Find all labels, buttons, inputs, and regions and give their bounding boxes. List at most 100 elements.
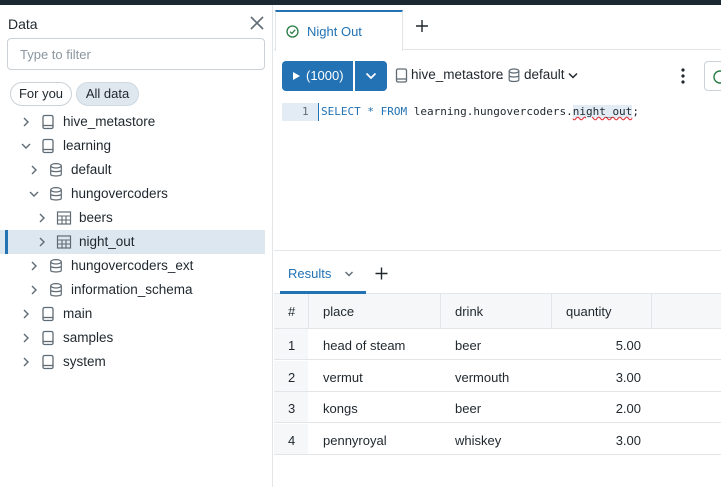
line-indicator — [318, 103, 319, 121]
tree-item-main[interactable]: main — [0, 302, 265, 326]
tree-item-samples[interactable]: samples — [0, 326, 265, 350]
cell-drink: beer — [455, 401, 482, 416]
tree-item-system[interactable]: system — [0, 350, 265, 374]
tree-item-hungovercoders[interactable]: hungovercoders — [0, 182, 265, 206]
column-divider — [440, 294, 441, 329]
tree-item-label: hungovercoders — [71, 186, 168, 201]
tree-item-information-schema[interactable]: information_schema — [0, 278, 265, 302]
status-button[interactable] — [704, 61, 721, 91]
column-divider — [651, 294, 652, 329]
add-visualization-icon[interactable] — [374, 266, 389, 281]
catalog-icon — [395, 68, 408, 83]
table-row[interactable]: 4 pennyroyal whiskey 3.00 — [274, 423, 721, 455]
cell-drink: vermouth — [455, 369, 510, 385]
column-divider — [551, 294, 552, 329]
run-label: (1000) — [306, 68, 344, 83]
from-keyword: FROM — [380, 105, 408, 118]
tree-item-label: night_out — [79, 234, 135, 249]
tree-item-hive-metastore[interactable]: hive_metastore — [0, 110, 265, 134]
column-header-quantity[interactable]: quantity — [566, 304, 612, 319]
tree-item-night-out[interactable]: night_out — [0, 230, 265, 254]
tab-night-out[interactable]: Night Out — [275, 10, 403, 51]
selection-indicator — [5, 230, 8, 254]
results-tab[interactable]: Results — [288, 266, 331, 281]
line-number: 1 — [302, 105, 309, 118]
chevron-right-icon[interactable] — [28, 164, 40, 176]
tree-item-learning[interactable]: learning — [0, 134, 265, 158]
filter-input[interactable] — [7, 38, 265, 70]
chevron-right-icon[interactable] — [20, 356, 32, 368]
code-line[interactable]: SELECT * FROM learning.hungovercoders.ni… — [321, 105, 639, 118]
catalog-name: hive_metastore — [411, 67, 504, 82]
tree-item-label: learning — [63, 138, 112, 153]
panel-title: Data — [8, 16, 38, 32]
row-number: 2 — [288, 369, 296, 385]
data-panel: Data For you All data hive_metastorelear… — [0, 5, 273, 487]
row-number: 4 — [288, 432, 296, 448]
tree-item-label: hive_metastore — [63, 114, 156, 129]
chevron-down-icon[interactable] — [344, 269, 354, 279]
schema-icon — [50, 186, 62, 201]
cell-drink: whiskey — [455, 432, 502, 448]
tree-item-default[interactable]: default — [0, 158, 265, 182]
tab-strip: Night Out — [274, 5, 721, 51]
chevron-down-icon[interactable] — [28, 188, 40, 200]
tree-item-label: system — [63, 354, 106, 369]
for-you-pill[interactable]: For you — [10, 82, 72, 106]
table-row[interactable]: 3 kongs beer 2.00 — [274, 392, 721, 423]
add-tab-icon[interactable] — [414, 18, 430, 34]
table-path: learning.hungovercoders. — [413, 105, 573, 118]
cell-quantity: 5.00 — [615, 338, 641, 353]
grid-header: # place drink quantity — [274, 294, 721, 329]
star-token: * — [367, 105, 374, 118]
column-header-place[interactable]: place — [323, 304, 354, 319]
tree-item-beers[interactable]: beers — [0, 206, 265, 230]
run-button[interactable]: (1000) — [282, 61, 353, 91]
cell-quantity: 3.00 — [615, 369, 641, 385]
statement-terminator: ; — [632, 105, 639, 118]
check-circle-icon — [713, 70, 721, 84]
tree-item-hungovercoders-ext[interactable]: hungovercoders_ext — [0, 254, 265, 278]
cell-drink: beer — [455, 338, 482, 353]
tree-item-label: information_schema — [71, 282, 193, 297]
schema-icon — [508, 68, 520, 83]
column-header-index[interactable]: # — [288, 304, 295, 319]
cell-place: kongs — [323, 401, 358, 416]
cell-quantity: 2.00 — [615, 401, 641, 416]
chevron-right-icon[interactable] — [20, 332, 32, 344]
chevron-right-icon[interactable] — [36, 212, 48, 224]
chevron-down-icon[interactable] — [20, 140, 32, 152]
all-data-pill[interactable]: All data — [76, 82, 139, 106]
table-row[interactable]: 1 head of steam beer 5.00 — [274, 329, 721, 360]
schema-icon — [50, 162, 62, 177]
tree-item-label: hungovercoders_ext — [71, 258, 194, 273]
sql-editor[interactable]: 1 SELECT * FROM learning.hungovercoders.… — [274, 96, 721, 251]
chevron-right-icon[interactable] — [28, 284, 40, 296]
tree-item-label: samples — [63, 330, 114, 345]
active-line-gutter — [282, 103, 318, 121]
tree-item-label: beers — [79, 210, 113, 225]
catalog-icon — [42, 330, 54, 346]
context-separator: . — [500, 67, 504, 82]
row-number: 1 — [288, 338, 296, 353]
chevron-right-icon[interactable] — [36, 236, 48, 248]
row-number: 3 — [288, 401, 296, 416]
cell-quantity: 3.00 — [615, 432, 641, 448]
close-icon[interactable] — [248, 14, 266, 32]
chevron-right-icon[interactable] — [20, 116, 32, 128]
catalog-icon — [42, 138, 54, 154]
check-circle-icon — [286, 25, 299, 38]
table-row[interactable]: 2 vermut vermouth 3.00 — [274, 360, 721, 392]
play-icon — [293, 72, 300, 80]
chevron-down-icon — [365, 72, 377, 80]
column-divider — [308, 294, 309, 329]
chevron-right-icon[interactable] — [20, 308, 32, 320]
results-strip: Results — [274, 252, 721, 294]
column-header-drink[interactable]: drink — [455, 304, 483, 319]
more-options-icon[interactable] — [676, 66, 690, 86]
chevron-right-icon[interactable] — [28, 260, 40, 272]
table-name-token: night_out — [572, 105, 633, 118]
cell-place: vermut — [323, 369, 363, 385]
run-options-button[interactable] — [355, 61, 387, 91]
catalog-icon — [42, 306, 54, 322]
